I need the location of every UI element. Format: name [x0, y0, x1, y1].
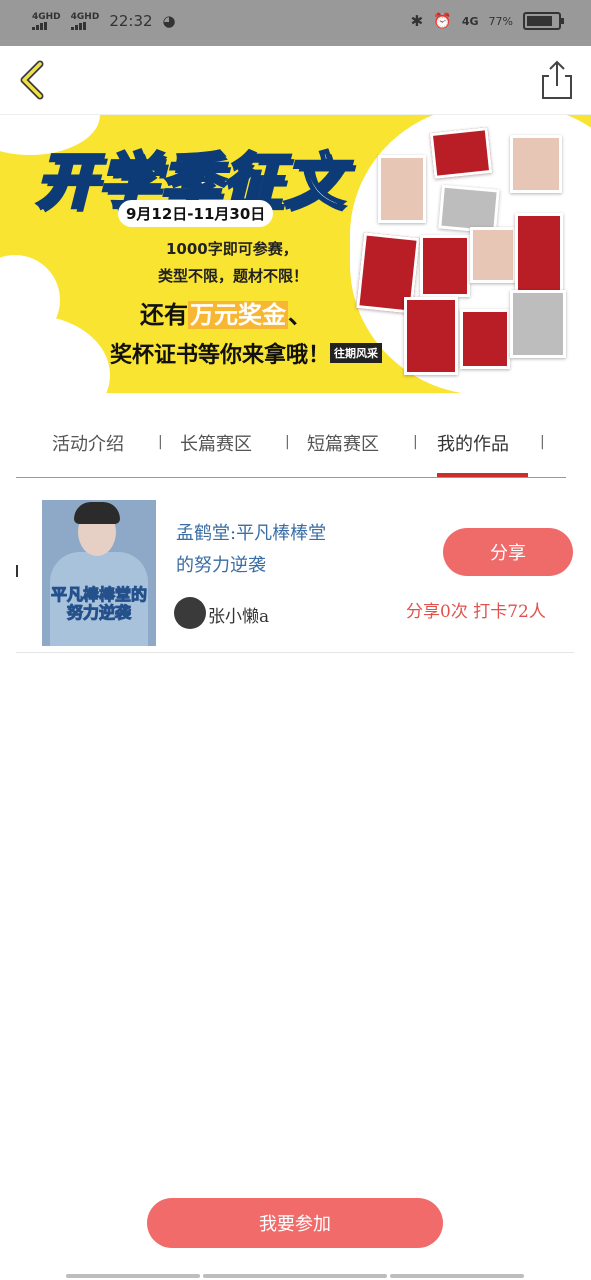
back-button[interactable]: [14, 58, 54, 102]
tab-divider: [16, 477, 566, 478]
book-cover[interactable]: 平凡棒棒堂的努力逆袭: [42, 500, 156, 646]
work-title[interactable]: 孟鹤堂:平凡棒棒堂 的努力逆袭: [176, 518, 396, 582]
join-button[interactable]: 我要参加: [147, 1198, 443, 1248]
tab-short-form[interactable]: 短篇赛区: [307, 430, 379, 456]
banner-line1: 1000字即可参赛，: [166, 240, 298, 258]
signal-sim2-icon: 4GHD: [70, 12, 99, 30]
network-type: 4G: [461, 14, 479, 28]
tab-activity-intro[interactable]: 活动介绍: [52, 430, 124, 456]
winner-photo: [510, 290, 566, 358]
tab-separator: |: [413, 434, 418, 450]
winner-photo: [470, 227, 516, 283]
author-name: 张小懒a: [208, 607, 270, 627]
certificate-photo: [420, 235, 470, 297]
share-work-button[interactable]: 分享: [443, 528, 573, 576]
cover-title: 平凡棒棒堂的努力逆袭: [50, 585, 147, 622]
bluetooth-icon: ✱: [410, 12, 424, 30]
author-avatar: [174, 597, 206, 629]
clock: 22:32: [109, 12, 153, 30]
past-highlights-label: 往期风采: [330, 343, 382, 363]
banner-dates: 9月12日-11月30日: [118, 200, 274, 227]
chevron-left-icon: [20, 60, 44, 100]
item-marker: [16, 565, 18, 577]
weibo-icon: ◕: [162, 12, 176, 30]
certificate-photo: [429, 127, 493, 179]
status-bar: 4GHD 4GHD 22:32 ◕ ✱ ⏰ 4G 77%: [0, 0, 591, 46]
banner-line3: 还有万元奖金、: [140, 301, 312, 329]
gesture-bar-center: [203, 1274, 387, 1278]
tab-my-works[interactable]: 我的作品: [437, 430, 509, 456]
banner-line2: 类型不限，题材不限！: [158, 267, 309, 285]
gesture-bar-right: [390, 1274, 524, 1278]
event-banner[interactable]: 开学季征文 9月12日-11月30日 1000字即可参赛， 类型不限，题材不限！…: [0, 115, 591, 393]
tab-long-form[interactable]: 长篇赛区: [180, 430, 252, 456]
active-tab-indicator: [437, 473, 528, 477]
winner-photo: [510, 135, 562, 193]
winner-photo: [378, 155, 426, 223]
tab-separator: |: [540, 434, 545, 450]
signal-sim1-icon: 4GHD: [32, 12, 61, 30]
certificate-photo: [460, 309, 510, 369]
tab-separator: |: [285, 434, 290, 450]
banner-line4: 奖杯证书等你来拿哦！: [110, 343, 331, 368]
certificate-photo: [404, 297, 458, 375]
tab-separator: |: [158, 434, 163, 450]
share-button[interactable]: [537, 58, 577, 102]
share-icon: [542, 60, 572, 99]
top-bar: [0, 46, 591, 115]
alarm-icon: ⏰: [433, 12, 452, 30]
work-stats: 分享0次 打卡72人: [406, 602, 546, 622]
gesture-bar-left: [66, 1274, 200, 1278]
battery-icon: [523, 12, 564, 30]
work-item[interactable]: 平凡棒棒堂的努力逆袭 孟鹤堂:平凡棒棒堂 的努力逆袭 张小懒a 分享 分享0次 …: [16, 490, 574, 653]
battery-percent: 77%: [488, 14, 513, 28]
tab-bar: 活动介绍 | 长篇赛区 | 短篇赛区 | 我的作品 |: [0, 420, 591, 480]
certificate-photo: [515, 213, 563, 293]
